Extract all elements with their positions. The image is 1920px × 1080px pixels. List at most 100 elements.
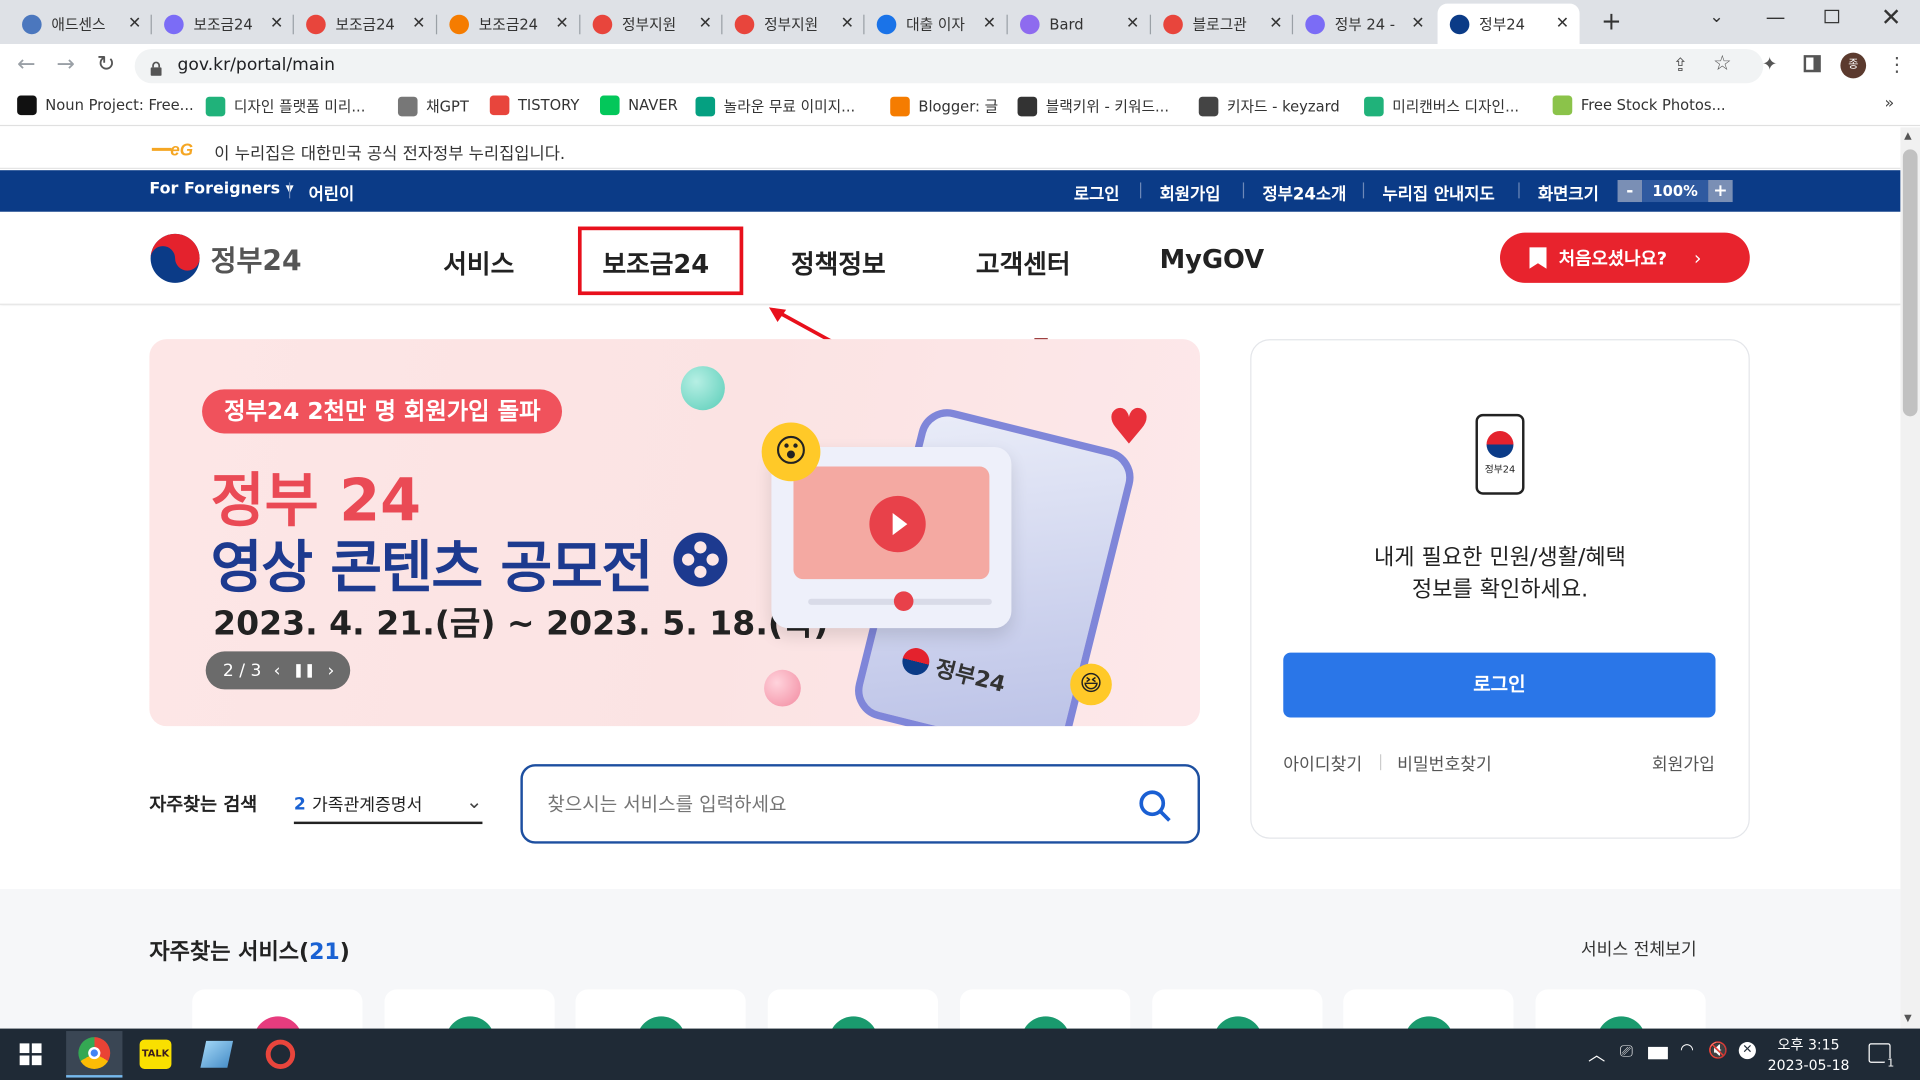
share-icon[interactable]: ⇪ xyxy=(1673,54,1688,76)
about-link[interactable]: 정부24소개 xyxy=(1262,180,1346,205)
kids-link[interactable]: 어린이 xyxy=(309,180,355,205)
bookmark-item[interactable]: 채GPT xyxy=(397,96,469,117)
browser-tab[interactable]: Bard ✕ xyxy=(1008,4,1150,44)
bookmark-favicon-icon xyxy=(17,95,37,116)
bookmark-item[interactable]: NAVER xyxy=(600,95,678,116)
login-button[interactable]: 로그인 xyxy=(1283,652,1716,718)
frequent-search-dropdown[interactable]: 2 가족관계증명서 ⌄ xyxy=(293,786,483,825)
taskbar-kakaotalk[interactable]: TALK xyxy=(127,1031,183,1078)
prev-slide-button[interactable]: ‹ xyxy=(274,661,281,681)
tab-close-icon[interactable]: ✕ xyxy=(267,15,287,33)
bookmark-item[interactable]: 디자인 플랫폼 미리... xyxy=(205,96,365,117)
tab-close-icon[interactable]: ✕ xyxy=(980,15,1000,33)
signup-link[interactable]: 회원가입 xyxy=(1160,180,1221,205)
more-bookmarks[interactable]: » xyxy=(1884,94,1894,112)
taskbar-chrome[interactable] xyxy=(66,1031,123,1078)
sitemap-link[interactable]: 누리집 안내지도 xyxy=(1382,180,1494,205)
divider xyxy=(1362,182,1365,199)
back-button[interactable]: ← xyxy=(17,51,35,77)
tab-close-icon[interactable]: ✕ xyxy=(1266,15,1286,33)
tab-close-icon[interactable]: ✕ xyxy=(1553,15,1573,33)
address-bar[interactable] xyxy=(134,48,1764,84)
zoom-in-button[interactable]: + xyxy=(1708,180,1733,203)
clock-date[interactable]: 2023-05-18 xyxy=(1763,1057,1854,1074)
browser-tab[interactable]: 정부 24 - ✕ xyxy=(1293,4,1435,44)
pause-button[interactable]: ❚❚ xyxy=(293,662,316,678)
promo-banner[interactable]: 정부24 2천만 명 회원가입 돌파 정부 24 영상 콘텐츠 공모전 2023… xyxy=(149,339,1201,727)
browser-tab[interactable]: 보조금24 ✕ xyxy=(437,4,579,44)
bookmark-item[interactable]: Blogger: 글 xyxy=(890,96,998,117)
signup-panel-link[interactable]: 회원가입 xyxy=(1652,752,1715,776)
close-window-button[interactable]: ✕ xyxy=(1881,2,1902,31)
browser-tab[interactable]: 정부지원 ✕ xyxy=(580,4,722,44)
notification-center-icon[interactable]: 1 xyxy=(1868,1043,1897,1071)
tab-close-icon[interactable]: ✕ xyxy=(1123,15,1143,33)
menu-icon[interactable]: ⋮ xyxy=(1887,53,1907,76)
side-panel-icon[interactable] xyxy=(1803,55,1821,73)
restore-button[interactable] xyxy=(1824,9,1840,24)
first-visit-label: 처음오셨나요? xyxy=(1558,249,1668,270)
show-hidden-icons[interactable]: ︿ xyxy=(1588,1042,1605,1066)
new-tab-button[interactable]: + xyxy=(1598,7,1625,34)
taskbar-app3[interactable] xyxy=(189,1031,245,1078)
reload-button[interactable]: ↻ xyxy=(97,51,115,77)
device-icon[interactable]: ⎚ xyxy=(1620,1043,1633,1061)
next-slide-button[interactable]: › xyxy=(328,661,335,681)
tab-search-icon[interactable]: ⌄ xyxy=(1709,7,1723,27)
scroll-down-arrow[interactable]: ▼ xyxy=(1904,1013,1912,1024)
bookmark-item[interactable]: 블랙키위 - 키워드... xyxy=(1017,96,1169,117)
browser-tab[interactable]: 정부지원 ✕ xyxy=(722,4,864,44)
nav-mygov[interactable]: MyGOV xyxy=(1160,245,1265,274)
frequent-search-label: 자주찾는 검색 xyxy=(149,793,258,816)
tab-close-icon[interactable]: ✕ xyxy=(838,15,858,33)
wifi-icon[interactable]: ◠ xyxy=(1680,1041,1694,1059)
browser-tab[interactable]: 보조금24 ✕ xyxy=(294,4,436,44)
browser-tab[interactable]: 정부24 ✕ xyxy=(1437,3,1580,45)
search-icon[interactable] xyxy=(1138,789,1172,823)
search-box[interactable] xyxy=(520,764,1201,844)
nav-services[interactable]: 서비스 xyxy=(443,245,514,282)
bookmark-item[interactable]: 미리캔버스 디자인... xyxy=(1364,96,1519,117)
start-button[interactable] xyxy=(2,1031,58,1078)
nav-policy-info[interactable]: 정책정보 xyxy=(791,245,886,282)
find-password-link[interactable]: 비밀번호찾기 xyxy=(1397,752,1492,776)
tab-close-icon[interactable]: ✕ xyxy=(125,15,145,33)
clock-time[interactable]: 오후 3:15 xyxy=(1771,1035,1847,1055)
browser-tab[interactable]: 대출 이자 ✕ xyxy=(864,4,1006,44)
scroll-up-arrow[interactable]: ▲ xyxy=(1904,130,1912,141)
minimize-button[interactable]: — xyxy=(1766,5,1786,28)
for-foreigners-link[interactable]: For Foreigners ▾ xyxy=(149,180,293,198)
browser-tab[interactable]: 애드센스 ✕ xyxy=(10,4,152,44)
browser-tab[interactable]: 블로그관 ✕ xyxy=(1151,4,1293,44)
tab-close-icon[interactable]: ✕ xyxy=(409,15,429,33)
bookmark-favicon-icon xyxy=(489,95,510,116)
taskbar-app4[interactable] xyxy=(252,1031,308,1078)
bookmark-item[interactable]: 키자드 - keyzard xyxy=(1198,96,1340,117)
tab-close-icon[interactable]: ✕ xyxy=(1408,15,1428,33)
battery-icon[interactable] xyxy=(1648,1046,1668,1060)
bookmark-label: NAVER xyxy=(628,96,678,114)
tab-close-icon[interactable]: ✕ xyxy=(552,15,572,33)
status-x-icon[interactable]: ✕ xyxy=(1738,1042,1756,1060)
profile-avatar[interactable]: 종 xyxy=(1840,52,1867,79)
view-all-services-link[interactable]: 서비스 전체보기 xyxy=(1581,937,1697,961)
login-link[interactable]: 로그인 xyxy=(1074,180,1120,205)
volume-muted-icon[interactable]: 🔇 xyxy=(1708,1042,1728,1060)
url-text[interactable]: gov.kr/portal/main xyxy=(178,55,335,75)
bookmark-item[interactable]: TISTORY xyxy=(489,95,579,116)
tab-close-icon[interactable]: ✕ xyxy=(696,15,716,33)
bookmark-item[interactable]: 놀라운 무료 이미지... xyxy=(695,96,855,117)
nav-customer-center[interactable]: 고객센터 xyxy=(976,245,1071,282)
search-input[interactable] xyxy=(547,791,1111,818)
zoom-out-button[interactable]: - xyxy=(1617,180,1643,203)
browser-tab[interactable]: 보조금24 ✕ xyxy=(152,4,294,44)
gov24-logo[interactable]: 정부24 xyxy=(149,233,308,284)
extensions-icon[interactable]: ✦ xyxy=(1762,53,1777,75)
scrollbar-thumb[interactable] xyxy=(1902,149,1918,417)
forward-button[interactable]: → xyxy=(56,51,74,77)
find-id-link[interactable]: 아이디찾기 xyxy=(1283,752,1362,776)
bookmark-item[interactable]: Noun Project: Free... xyxy=(17,95,194,116)
first-visit-button[interactable]: 처음오셨나요? › xyxy=(1500,232,1750,283)
bookmark-item[interactable]: Free Stock Photos... xyxy=(1552,95,1726,116)
bookmark-star-icon[interactable]: ☆ xyxy=(1713,51,1732,75)
